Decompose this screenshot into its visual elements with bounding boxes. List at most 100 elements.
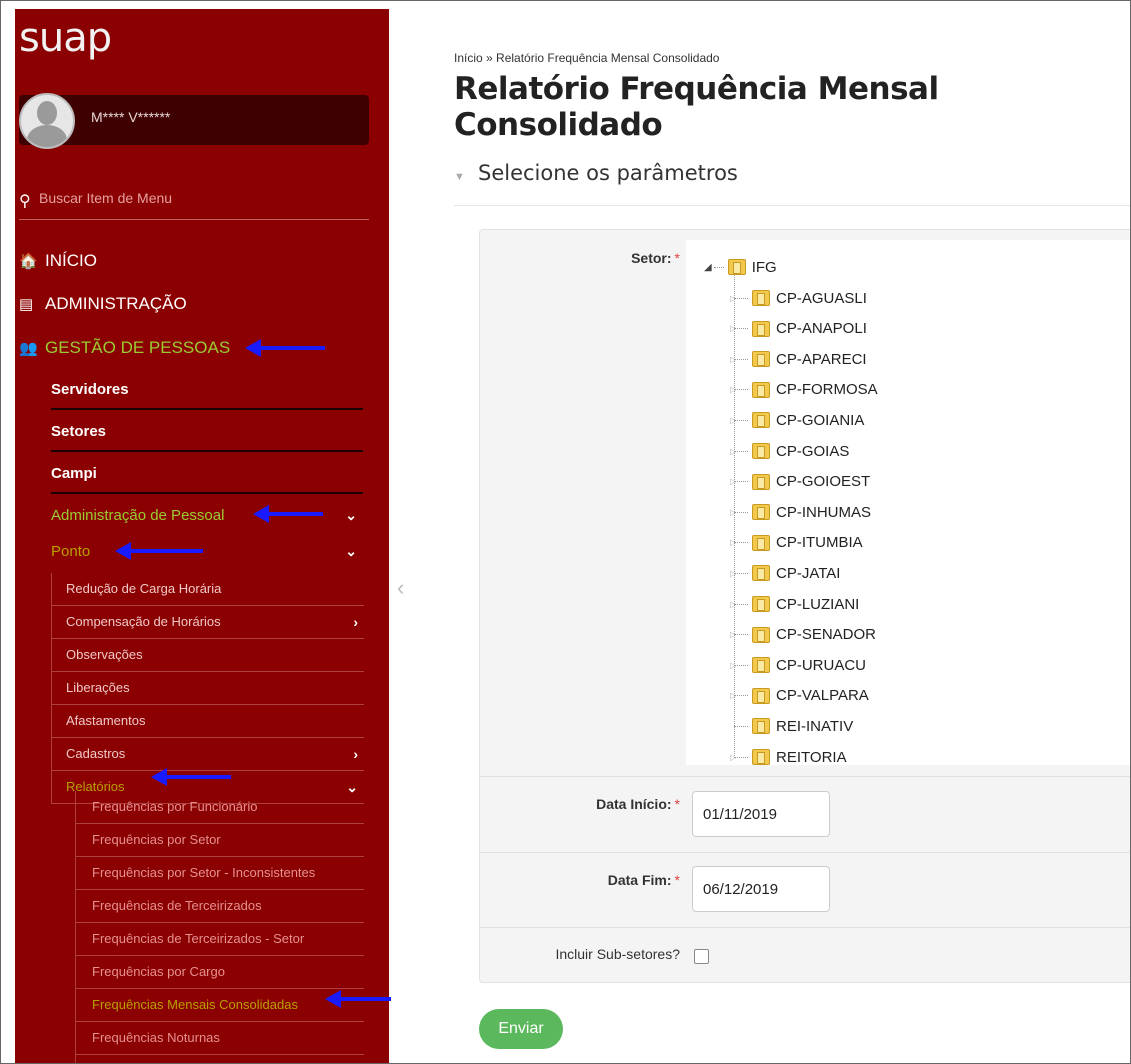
required-mark: * bbox=[674, 796, 680, 812]
tree-connector bbox=[734, 358, 748, 360]
chevron-right-icon: › bbox=[353, 614, 358, 630]
submenu-ponto[interactable]: Ponto ⌄ bbox=[51, 543, 363, 570]
folder-icon bbox=[727, 259, 746, 275]
ponto-item[interactable]: Afastamentos bbox=[52, 705, 364, 738]
menu-gestao-pessoas-label: GESTÃO DE PESSOAS bbox=[45, 338, 231, 357]
row-divider bbox=[480, 852, 1130, 853]
folder-icon bbox=[752, 290, 770, 306]
tree-node[interactable]: ▷ CP-ANAPOLI bbox=[730, 319, 867, 339]
tree-node[interactable]: ▷ CP-ITUMBIA bbox=[730, 533, 863, 553]
folder-icon bbox=[752, 565, 770, 582]
tree-connector bbox=[734, 389, 748, 391]
submenu-ponto-label: Ponto bbox=[51, 543, 91, 560]
menu-administracao-label: ADMINISTRAÇÃO bbox=[45, 294, 187, 313]
ponto-item[interactable]: Cadastros › bbox=[52, 738, 364, 771]
tree-node[interactable]: ▷ CP-GOIAS bbox=[730, 441, 849, 461]
relatorio-item[interactable]: Frequências por Cargo bbox=[76, 956, 364, 989]
relatorio-item[interactable]: Frequências de Terceirizados - Setor bbox=[76, 923, 364, 956]
submenu-servidores-label: Servidores bbox=[51, 381, 129, 398]
collapse-sidebar-icon[interactable]: ‹ bbox=[397, 575, 404, 601]
expand-toggle-icon[interactable]: ◢ bbox=[704, 262, 712, 273]
submenu-campi[interactable]: Campi bbox=[51, 465, 363, 494]
ponto-item[interactable]: Compensação de Horários › bbox=[52, 606, 364, 639]
folder-icon bbox=[752, 718, 770, 735]
tree-node[interactable]: ▷ CP-SENADOR bbox=[730, 625, 876, 645]
relatorio-item[interactable]: Frequências por Funcionário bbox=[76, 791, 364, 824]
suap-logo[interactable]: suap bbox=[19, 15, 112, 61]
chevron-down-icon: ⌄ bbox=[345, 543, 357, 559]
data-fim-input[interactable] bbox=[692, 866, 830, 912]
subsetores-checkbox[interactable] bbox=[694, 949, 709, 964]
search-icon: ⚲ bbox=[19, 193, 31, 210]
tree-node[interactable]: ▷ CP-VALPARA bbox=[730, 686, 869, 706]
tree-node[interactable]: ▷ CP-FORMOSA bbox=[730, 380, 878, 400]
tree-node-label: IFG bbox=[751, 258, 777, 276]
tree-connector bbox=[734, 695, 748, 697]
tree-node-root[interactable]: ◢ IFG bbox=[704, 257, 777, 277]
row-divider bbox=[480, 927, 1130, 928]
ponto-item-label: Redução de Carga Horária bbox=[66, 581, 222, 596]
tree-node[interactable]: ▷ REITORIA bbox=[730, 747, 847, 767]
submenu-servidores[interactable]: Servidores bbox=[51, 381, 363, 410]
folder-icon bbox=[752, 351, 770, 368]
enviar-button[interactable]: Enviar bbox=[479, 1009, 563, 1049]
ponto-item-label: Afastamentos bbox=[66, 713, 146, 728]
tree-node-label: CP-LUZIANI bbox=[776, 595, 860, 613]
menu-administracao[interactable]: ▤ ADMINISTRAÇÃO bbox=[19, 294, 187, 314]
tree-node-label: CP-GOIAS bbox=[776, 442, 850, 460]
tree-node[interactable]: ▷ CP-APARECI bbox=[730, 349, 867, 369]
username: M**** V****** bbox=[91, 109, 171, 125]
triangle-down-icon: ▼ bbox=[454, 171, 465, 183]
relatorio-item[interactable]: Compensação de Horários - Detalhado bbox=[76, 1055, 364, 1063]
tree-node[interactable]: ▷ CP-URUACU bbox=[730, 655, 866, 675]
tree-node-label: CP-AGUASLI bbox=[776, 289, 867, 307]
tree-connector bbox=[734, 634, 748, 636]
tree-connector bbox=[734, 419, 748, 421]
section-header[interactable]: ▼ Selecione os parâmetros bbox=[454, 157, 1130, 206]
required-mark: * bbox=[674, 872, 680, 888]
folder-icon bbox=[752, 412, 770, 429]
chevron-down-icon: ⌄ bbox=[345, 507, 357, 523]
relatorio-item[interactable]: Frequências de Terceirizados bbox=[76, 890, 364, 923]
tree-node[interactable]: ▷ CP-LUZIANI bbox=[730, 594, 859, 614]
avatar bbox=[19, 93, 75, 149]
tree-node[interactable]: ▷ CP-GOIANIA bbox=[730, 410, 864, 430]
menu-search-input[interactable] bbox=[37, 189, 361, 207]
relatorios-submenu: Frequências por Funcionário Frequências … bbox=[75, 791, 364, 1063]
user-box[interactable]: M**** V****** bbox=[19, 93, 369, 149]
tree-connector bbox=[734, 328, 748, 330]
tree-node[interactable]: ▷ CP-JATAI bbox=[730, 563, 840, 583]
relatorio-item[interactable]: Frequências por Setor bbox=[76, 824, 364, 857]
ponto-item[interactable]: Observações bbox=[52, 639, 364, 672]
folder-icon bbox=[752, 381, 770, 398]
submenu-setores[interactable]: Setores bbox=[51, 423, 363, 452]
tree-connector bbox=[734, 664, 748, 666]
data-inicio-input[interactable] bbox=[692, 791, 830, 837]
tree-node[interactable]: ▷ CP-GOIOEST bbox=[730, 472, 870, 492]
folder-icon bbox=[752, 626, 770, 643]
tree-connector bbox=[734, 542, 748, 544]
tree-node[interactable]: ▷ CP-AGUASLI bbox=[730, 288, 867, 308]
relatorio-item-mensais-consolidadas[interactable]: Frequências Mensais Consolidadas bbox=[76, 989, 364, 1022]
relatorio-item[interactable]: Frequências Noturnas bbox=[76, 1022, 364, 1055]
menu-inicio[interactable]: 🏠 INÍCIO bbox=[19, 251, 97, 271]
ponto-item[interactable]: Redução de Carga Horária bbox=[52, 573, 364, 606]
folder-icon bbox=[752, 443, 770, 459]
page-title: Relatório Frequência Mensal Consolidado bbox=[454, 71, 939, 143]
tree-node-label: CP-APARECI bbox=[776, 350, 867, 368]
breadcrumb[interactable]: Início » Relatório Frequência Mensal Con… bbox=[454, 51, 719, 65]
tree-connector bbox=[734, 572, 748, 574]
submenu-campi-label: Campi bbox=[51, 465, 97, 482]
chevron-right-icon: › bbox=[353, 746, 358, 762]
tree-node[interactable]: REI-INATIV bbox=[730, 716, 853, 736]
parameters-form: Setor: * ◢ IFG ▷ CP-AGUASLI ▷ CP-ANAPOLI ▷ CP-… bbox=[479, 229, 1130, 983]
relatorio-item[interactable]: Frequências por Setor - Inconsistentes bbox=[76, 857, 364, 890]
ponto-item[interactable]: Liberações bbox=[52, 672, 364, 705]
tree-connector bbox=[734, 297, 748, 299]
tree-node-label: CP-SENADOR bbox=[776, 626, 877, 644]
tree-node[interactable]: ▷ CP-INHUMAS bbox=[730, 502, 871, 522]
tree-connector bbox=[734, 756, 748, 758]
tree-node-label: REI-INATIV bbox=[776, 717, 854, 735]
menu-gestao-pessoas[interactable]: 👥 GESTÃO DE PESSOAS bbox=[19, 338, 230, 358]
setor-label-text: Setor: bbox=[631, 250, 672, 266]
